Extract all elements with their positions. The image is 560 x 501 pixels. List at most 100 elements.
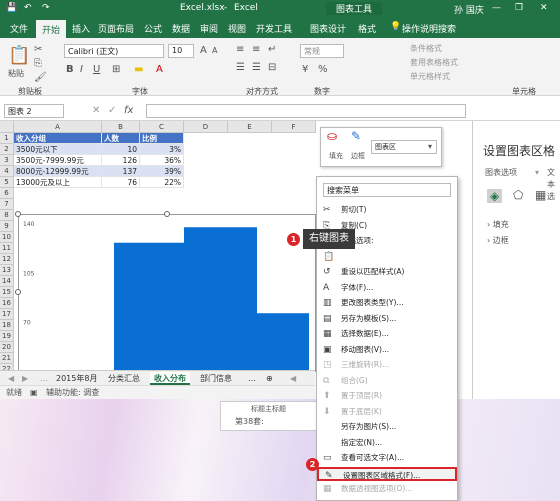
table-cell[interactable]: 3500元-7999.99元 [14,155,102,166]
add-sheet-icon[interactable]: ⊕ [262,372,277,385]
align-middle-icon[interactable]: ≡ [252,44,260,56]
table-format-button[interactable]: 套用表格格式 [410,57,458,69]
percent-icon[interactable]: % [318,64,328,76]
menu-item[interactable]: ✎ 设置图表区域格式(F)... [317,466,457,481]
table-cell[interactable]: 39% [140,166,184,177]
menu-item[interactable]: 📋 [317,250,457,264]
redo-icon[interactable]: ↷ [42,3,50,13]
row-header[interactable]: 5 [0,177,14,188]
section-fill[interactable]: › 填充 [487,219,509,231]
paste-icon[interactable]: 📋 [8,46,30,66]
row-header[interactable]: 18 [0,320,14,331]
row-header[interactable]: 9 [0,221,14,232]
close-button[interactable]: ✕ [540,3,548,13]
menu-item[interactable]: ✂ 剪切(T) [317,203,457,217]
status-accessibility[interactable]: 辅助功能: 调查 [46,387,99,399]
tab-review[interactable]: 审阅 [200,22,218,35]
font-color-icon[interactable]: A [156,64,163,76]
row-header[interactable]: 6 [0,188,14,199]
increase-font-icon[interactable]: A [200,45,207,57]
decrease-font-icon[interactable]: A [212,45,217,57]
fill-bucket-icon[interactable]: ⛀ [327,130,337,142]
column-header[interactable]: E [228,121,272,133]
effects-icon[interactable]: ⬠ [513,189,523,201]
menu-item[interactable]: ↺ 重设以匹配样式(A) [317,265,457,279]
tab-chart-design[interactable]: 图表设计 [310,22,346,35]
wrap-text-icon[interactable]: ↵ [268,44,276,56]
tab-developer[interactable]: 开发工具 [256,22,292,35]
menu-item[interactable]: ▦ 选择数据(E)... [317,327,457,341]
currency-icon[interactable]: ¥ [302,64,308,76]
table-cell[interactable]: 8000元-12999.99元 [14,166,102,177]
table-cell[interactable]: 3% [140,144,184,155]
column-header[interactable]: A [14,121,102,133]
tell-me-search[interactable]: 操作说明搜索 [402,22,456,35]
formula-input[interactable] [146,104,466,118]
sheet-nav-prev-icon[interactable]: ◀ [4,372,18,385]
cancel-entry-icon[interactable]: ✕ [92,105,100,117]
chart-resize-handle[interactable] [164,211,170,217]
column-header[interactable]: F [272,121,316,133]
copy-icon[interactable]: ⎘ [34,58,42,70]
sheet-scroll-left-icon[interactable]: ◀ [286,372,300,385]
underline-button[interactable]: U [93,64,100,76]
name-box[interactable]: 图表 2 [4,104,64,118]
row-header[interactable]: 13 [0,265,14,276]
table-cell[interactable]: 126 [102,155,140,166]
row-header[interactable]: 14 [0,276,14,287]
table-cell[interactable]: 76 [102,177,140,188]
menu-item[interactable]: 指定宏(N)... [317,436,457,450]
align-top-icon[interactable]: ≡ [236,44,244,56]
chevron-down-icon[interactable]: ▾ [428,141,432,153]
chart-resize-handle[interactable] [15,211,21,217]
sheet-ellipsis[interactable]: … [244,372,260,385]
italic-button[interactable]: I [80,64,83,76]
column-header[interactable]: B [102,121,140,133]
table-cell[interactable]: 10 [102,144,140,155]
row-header[interactable]: 8 [0,210,14,221]
sheet-tab[interactable]: 分类汇总 [104,372,144,385]
tab-view[interactable]: 视图 [228,22,246,35]
size-properties-icon[interactable]: ▦ [535,189,546,201]
sheet-nav-next-icon[interactable]: ▶ [18,372,32,385]
tab-file[interactable]: 文件 [10,22,28,35]
row-header[interactable]: 17 [0,309,14,320]
tab-page-layout[interactable]: 页面布局 [98,22,134,35]
table-cell[interactable]: 36% [140,155,184,166]
cut-icon[interactable]: ✂ [34,44,42,56]
menu-item[interactable]: ▤ 另存为模板(S)... [317,312,457,326]
format-pane-tab-text-options[interactable]: 文本选 [547,167,560,203]
table-header-ratio[interactable]: 比例 [140,133,184,144]
border-icon[interactable]: ⊞ [112,64,120,76]
row-header[interactable]: 4 [0,166,14,177]
number-format-select[interactable]: 常规 [300,44,344,58]
menu-item[interactable]: ▣ 移动图表(V)... [317,343,457,357]
table-cell[interactable]: 3500元以下 [14,144,102,155]
align-center-icon[interactable]: ☰ [252,62,261,74]
chart-area[interactable]: 140 105 70 [15,211,316,372]
section-border[interactable]: › 边框 [487,235,509,247]
outline-button[interactable]: 边框 [351,150,365,162]
fill-button[interactable]: 填充 [329,150,343,162]
row-header[interactable]: 7 [0,199,14,210]
cell-style-button[interactable]: 单元格样式 [410,71,450,83]
row-header[interactable]: 19 [0,331,14,342]
menu-item[interactable]: 另存为图片(S)... [317,420,457,434]
row-header[interactable]: 21 [0,353,14,364]
outline-pen-icon[interactable]: ✎ [351,130,361,142]
table-cell[interactable]: 137 [102,166,140,177]
column-header[interactable]: D [184,121,228,133]
sheet-tab[interactable]: 部门信息 [196,372,236,385]
row-header[interactable]: 16 [0,298,14,309]
minimize-button[interactable]: — [492,3,501,13]
chevron-down-icon[interactable]: ▾ [535,167,539,179]
font-name-select[interactable]: Calibri (正文) [64,44,164,58]
row-header[interactable]: 2 [0,144,14,155]
align-left-icon[interactable]: ☰ [236,62,245,74]
format-painter-icon[interactable]: 🖌 [34,72,47,84]
sheet-tab-active[interactable]: 收入分布 [150,372,190,385]
area-segment[interactable] [114,242,184,371]
confirm-entry-icon[interactable]: ✓ [108,105,116,117]
format-pane-tab-chart-options[interactable]: 图表选项 [485,167,517,179]
font-size-select[interactable]: 10 [168,44,194,58]
